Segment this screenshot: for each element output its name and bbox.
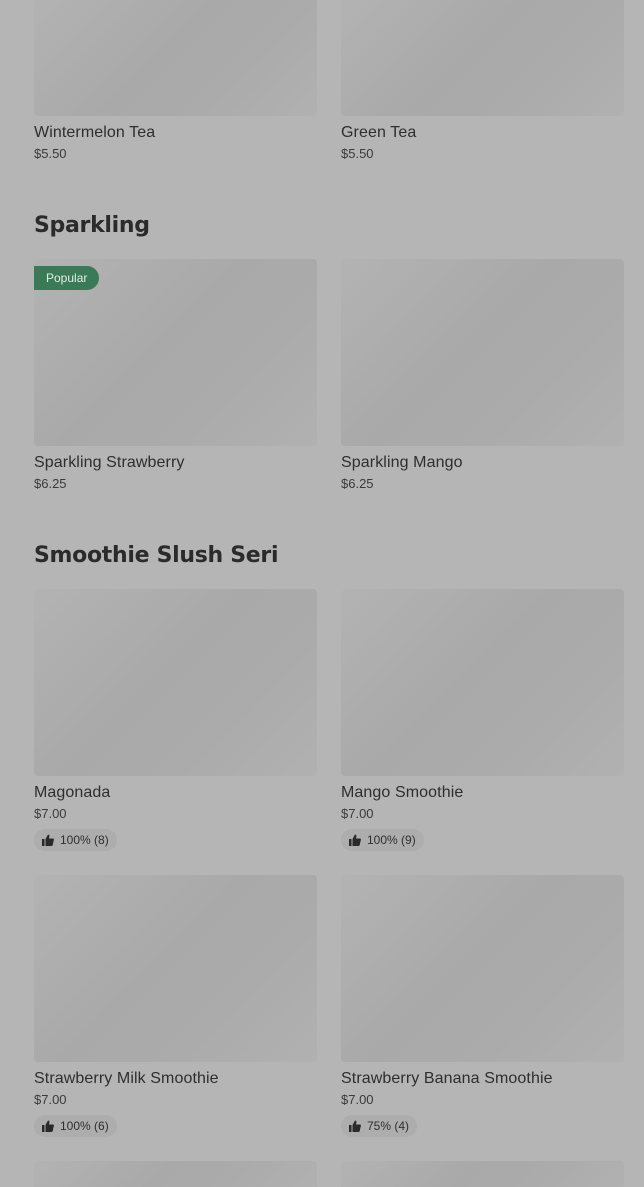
- item-image: [341, 259, 624, 446]
- item-image: [34, 0, 317, 116]
- rating-text: 75% (4): [367, 1119, 410, 1133]
- popular-badge: Popular: [34, 266, 100, 290]
- menu-item-card[interactable]: Strawberry Milk Smoothie $7.00 100% (6): [34, 875, 317, 1137]
- item-image: [341, 589, 624, 776]
- item-name: Strawberry Banana Smoothie: [341, 1070, 553, 1087]
- rating-text: 100% (9): [367, 833, 416, 847]
- item-price: $7.00: [34, 806, 67, 821]
- item-image: [341, 0, 624, 116]
- item-price: $5.50: [341, 146, 374, 161]
- item-price: $6.25: [34, 476, 67, 491]
- menu-item-card[interactable]: Green Tea $5.50: [341, 0, 624, 163]
- item-name: Wintermelon Tea: [34, 124, 156, 141]
- rating-text: 100% (8): [60, 833, 109, 847]
- menu-item-card[interactable]: [34, 1161, 317, 1187]
- item-grid-top: Wintermelon Tea $5.50 Green Tea $5.50: [34, 0, 624, 163]
- rating-pill: 100% (8): [34, 829, 117, 851]
- item-price: $7.00: [341, 1092, 374, 1107]
- item-image: Popular: [34, 259, 317, 446]
- item-image: [34, 875, 317, 1062]
- item-name: Sparkling Mango: [341, 454, 463, 471]
- thumbs-up-icon: [42, 1120, 54, 1132]
- thumbs-up-icon: [349, 1120, 361, 1132]
- rating-pill: 100% (6): [34, 1115, 117, 1137]
- item-grid-sparkling: Popular Sparkling Strawberry $6.25 Spark…: [34, 259, 624, 493]
- menu-item-card[interactable]: Magonada $7.00 100% (8): [34, 589, 317, 851]
- item-image: [34, 589, 317, 776]
- item-image: [341, 1161, 624, 1187]
- item-price: $7.00: [34, 1092, 67, 1107]
- thumbs-up-icon: [42, 834, 54, 846]
- section-title-smoothie: Smoothie Slush Seri: [34, 543, 279, 568]
- rating-pill: 100% (9): [341, 829, 424, 851]
- item-name: Sparkling Strawberry: [34, 454, 185, 471]
- item-name: Mango Smoothie: [341, 784, 464, 801]
- item-price: $5.50: [34, 146, 67, 161]
- rating-text: 100% (6): [60, 1119, 109, 1133]
- item-name: Green Tea: [341, 124, 417, 141]
- rating-pill: 75% (4): [341, 1115, 418, 1137]
- item-grid-smoothie-row1: Magonada $7.00 100% (8) Mango Smoothie $…: [34, 589, 624, 851]
- item-image: [341, 875, 624, 1062]
- item-price: $6.25: [341, 476, 374, 491]
- menu-item-card[interactable]: Strawberry Banana Smoothie $7.00 75% (4): [341, 875, 624, 1137]
- item-name: Magonada: [34, 784, 111, 801]
- thumbs-up-icon: [349, 834, 361, 846]
- item-grid-bottom: [34, 1161, 624, 1187]
- menu-item-card[interactable]: Sparkling Mango $6.25: [341, 259, 624, 493]
- section-title-sparkling: Sparkling: [34, 213, 150, 238]
- menu-item-card[interactable]: Popular Sparkling Strawberry $6.25: [34, 259, 317, 493]
- item-image: [34, 1161, 317, 1187]
- item-price: $7.00: [341, 806, 374, 821]
- item-name: Strawberry Milk Smoothie: [34, 1070, 219, 1087]
- menu-item-card[interactable]: Mango Smoothie $7.00 100% (9): [341, 589, 624, 851]
- item-grid-smoothie-row2: Strawberry Milk Smoothie $7.00 100% (6) …: [34, 875, 624, 1137]
- menu-item-card[interactable]: Wintermelon Tea $5.50: [34, 0, 317, 163]
- menu-item-card[interactable]: [341, 1161, 624, 1187]
